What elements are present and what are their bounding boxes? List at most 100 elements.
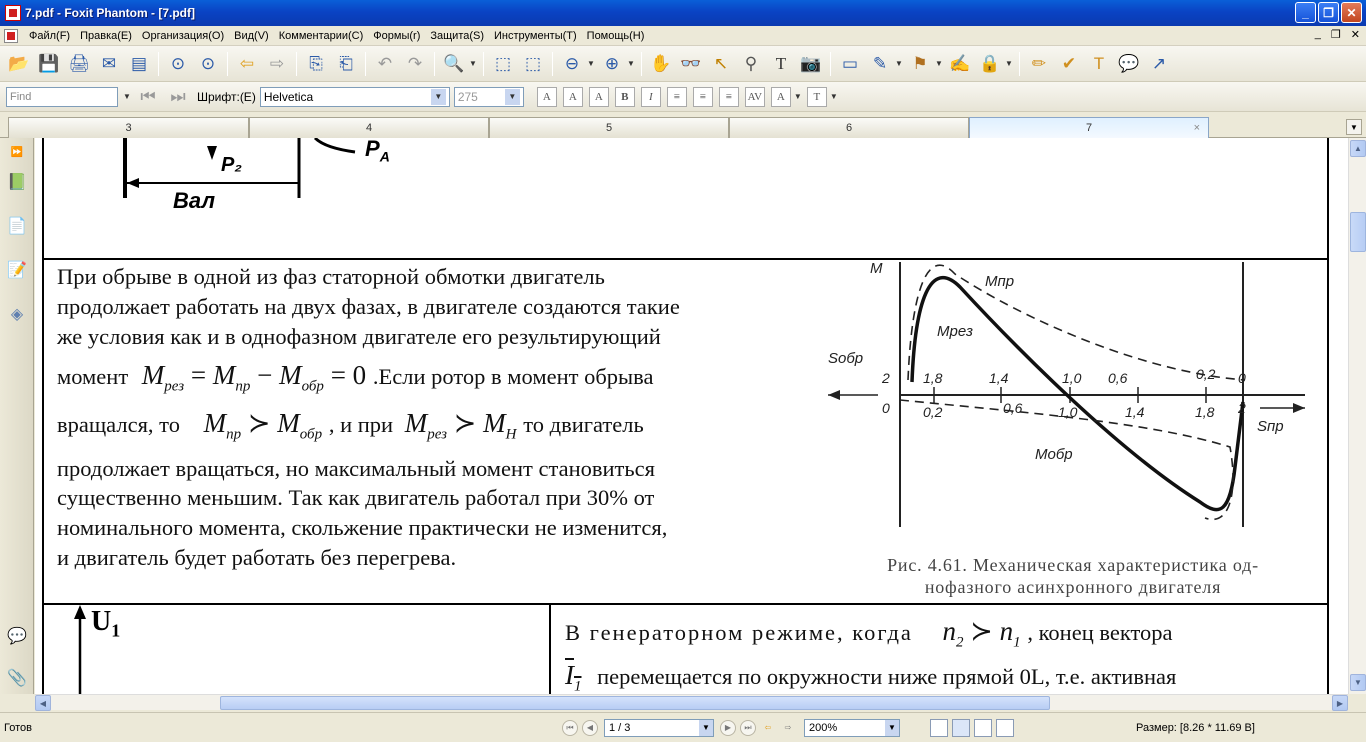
extract-page-icon[interactable]: ⎗ <box>334 52 358 76</box>
scroll-up-icon[interactable]: ⊙ <box>166 52 190 76</box>
zoom-out-icon[interactable]: ⊖ <box>560 52 584 76</box>
tab-5[interactable]: 5 <box>489 117 729 138</box>
font-shrink-icon[interactable]: A <box>562 86 583 107</box>
zoom-in-icon[interactable]: ⊕ <box>600 52 624 76</box>
menu-comments[interactable]: Комментарии(C) <box>274 26 369 46</box>
zoom-dropdown-icon[interactable]: ▼ <box>469 59 477 68</box>
tab-3[interactable]: 3 <box>8 117 249 138</box>
text-size-icon[interactable]: A <box>770 86 791 107</box>
size-dropdown-icon[interactable]: ▼ <box>504 88 520 105</box>
mdi-close-button[interactable]: ✕ <box>1351 28 1360 41</box>
mdi-minimize-button[interactable]: _ <box>1315 28 1321 41</box>
camera-icon[interactable]: 📷 <box>799 52 823 76</box>
back-arrow-icon[interactable]: ⇦ <box>235 52 259 76</box>
menu-file[interactable]: Файл(F) <box>24 26 75 46</box>
next-page-icon[interactable]: ▶ <box>720 719 736 736</box>
align-left-icon[interactable]: ≡ <box>666 86 687 107</box>
bookmarks-icon[interactable]: 📗 <box>6 170 28 194</box>
stamp-dropdown-icon[interactable]: ▼ <box>935 59 943 68</box>
continuous-facing-view-icon[interactable] <box>996 718 1014 737</box>
font-color-icon[interactable]: A <box>588 86 609 107</box>
text-select-icon[interactable]: T <box>769 52 793 76</box>
select-arrow-icon[interactable]: ↖ <box>709 52 733 76</box>
text-box-icon[interactable]: T <box>1087 52 1111 76</box>
tab-6[interactable]: 6 <box>729 117 969 138</box>
scroll-left-arrow-icon[interactable]: ◀ <box>35 695 51 711</box>
vertical-scrollbar[interactable]: ▲ ▼ <box>1348 138 1366 694</box>
facing-view-icon[interactable] <box>974 718 992 737</box>
scan-icon[interactable]: ▤ <box>127 52 151 76</box>
find-next-icon[interactable]: ⏭ <box>166 85 190 109</box>
italic-icon[interactable]: I <box>640 86 661 107</box>
zoom-field[interactable]: 200% ▼ <box>804 718 900 737</box>
size-select[interactable]: 275 ▼ <box>453 86 524 107</box>
horizontal-scroll-thumb[interactable] <box>220 696 1050 710</box>
rectangle-icon[interactable]: ▭ <box>838 52 862 76</box>
font-grow-icon[interactable]: A <box>536 86 557 107</box>
horizontal-scrollbar[interactable]: ◀ ▶ <box>35 694 1348 711</box>
signature-icon[interactable]: ✍ <box>948 52 972 76</box>
stamp-icon[interactable]: ⚑ <box>908 52 932 76</box>
document-view[interactable]: P₂ PА Вал При обрыве в одной из фаз стат… <box>35 138 1348 694</box>
pencil-note-icon[interactable]: ✎ <box>868 52 892 76</box>
comments-panel-icon[interactable]: 💬 <box>6 624 28 648</box>
pencil-dropdown-icon[interactable]: ▼ <box>895 59 903 68</box>
undo-icon[interactable]: ↶ <box>373 52 397 76</box>
menu-protect[interactable]: Защита(S) <box>425 26 489 46</box>
menu-help[interactable]: Помощь(H) <box>582 26 650 46</box>
tab-4[interactable]: 4 <box>249 117 489 138</box>
line-spacing-dropdown-icon[interactable]: ▼ <box>830 92 838 101</box>
single-page-view-icon[interactable] <box>930 718 948 737</box>
fit-page-icon[interactable]: ⬚ <box>491 52 515 76</box>
foxit-app-icon[interactable] <box>5 5 21 21</box>
continuous-view-icon[interactable] <box>952 718 970 737</box>
tab-list-dropdown-icon[interactable]: ▼ <box>1346 119 1362 135</box>
line-spacing-icon[interactable]: T <box>806 86 827 107</box>
history-back-icon[interactable]: ⇦ <box>760 720 776 736</box>
mdi-restore-button[interactable]: ❐ <box>1331 28 1341 41</box>
zoom-out-dropdown-icon[interactable]: ▼ <box>587 59 595 68</box>
text-size-dropdown-icon[interactable]: ▼ <box>794 92 802 101</box>
last-page-icon[interactable]: ⏭ <box>740 719 756 736</box>
menu-organize[interactable]: Организация(O) <box>137 26 229 46</box>
scroll-down-icon[interactable]: ⊙ <box>196 52 220 76</box>
forward-arrow-icon[interactable]: ⇨ <box>265 52 289 76</box>
scroll-up-arrow-icon[interactable]: ▲ <box>1350 140 1366 157</box>
maximize-button[interactable]: ❐ <box>1318 2 1339 23</box>
page-dropdown-icon[interactable]: ▼ <box>699 719 713 736</box>
pages-icon[interactable]: 📄 <box>6 214 28 238</box>
close-button[interactable]: ✕ <box>1341 2 1362 23</box>
email-icon[interactable]: ✉ <box>97 52 121 76</box>
find-dropdown-icon[interactable]: ▼ <box>123 92 131 101</box>
binoculars-icon[interactable]: ⚲ <box>739 52 763 76</box>
print-icon[interactable]: 🖨 <box>67 52 91 76</box>
redo-icon[interactable]: ↷ <box>403 52 427 76</box>
align-right-icon[interactable]: ≡ <box>718 86 739 107</box>
vertical-scroll-thumb[interactable] <box>1350 212 1366 252</box>
minimize-button[interactable]: _ <box>1295 2 1316 23</box>
menu-edit[interactable]: Правка(E) <box>75 26 137 46</box>
align-center-icon[interactable]: ≡ <box>692 86 713 107</box>
bold-icon[interactable]: B <box>614 86 635 107</box>
zoom-icon[interactable]: 🔍 <box>442 52 466 76</box>
scroll-down-arrow-icon[interactable]: ▼ <box>1350 674 1366 691</box>
tab-7[interactable]: 7 × <box>969 117 1209 138</box>
first-page-icon[interactable]: ⏮ <box>562 719 578 736</box>
edit-pencil-icon[interactable]: ✏ <box>1027 52 1051 76</box>
attachments-icon[interactable]: 📎 <box>6 666 28 690</box>
zoom-in-dropdown-icon[interactable]: ▼ <box>627 59 635 68</box>
zoom-level-dropdown-icon[interactable]: ▼ <box>885 719 899 736</box>
comment-icon[interactable]: 💬 <box>1117 52 1141 76</box>
scroll-right-arrow-icon[interactable]: ▶ <box>1332 695 1348 711</box>
find-input[interactable]: Find <box>6 86 118 107</box>
checkmark-note-icon[interactable]: ✔ <box>1057 52 1081 76</box>
expand-pane-icon[interactable]: ⏩ <box>6 140 28 164</box>
save-icon[interactable]: 💾 <box>37 52 61 76</box>
layers-icon[interactable]: ◈ <box>6 302 28 326</box>
lock-icon[interactable]: 🔒 <box>978 52 1002 76</box>
char-spacing-icon[interactable]: AV <box>744 86 765 107</box>
history-forward-icon[interactable]: ⇨ <box>780 720 796 736</box>
fit-width-icon[interactable]: ⬚ <box>521 52 545 76</box>
previous-page-icon[interactable]: ◀ <box>582 719 598 736</box>
menu-forms[interactable]: Формы(r) <box>368 26 425 46</box>
